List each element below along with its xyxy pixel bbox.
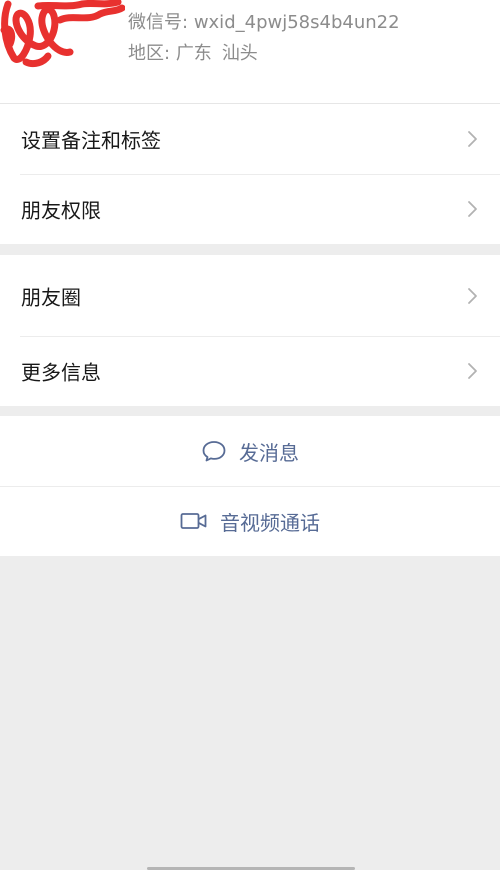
region-city: 汕头 — [221, 43, 258, 64]
row-moments[interactable]: 朋友圈 — [0, 255, 500, 336]
row-label: 更多信息 — [21, 360, 101, 385]
region-label: 地区: — [128, 43, 171, 64]
region-province: 广东 — [175, 43, 212, 64]
actions-group: 发消息 音视频通话 — [0, 416, 500, 556]
region-line: 地区: 广东 汕头 — [128, 39, 258, 65]
chat-bubble-icon — [202, 441, 226, 462]
row-remarks-and-tags[interactable]: 设置备注和标签 — [0, 104, 500, 174]
chevron-right-icon — [468, 363, 477, 379]
profile-header: 微信号: wxid_4pwj58s4b4un22 地区: 广东 汕头 — [0, 0, 500, 104]
settings-group: 设置备注和标签 朋友权限 — [0, 104, 500, 244]
send-message-button[interactable]: 发消息 — [0, 416, 500, 486]
row-label: 设置备注和标签 — [21, 128, 161, 153]
chevron-right-icon — [468, 131, 477, 147]
contact-profile-page: 微信号: wxid_4pwj58s4b4un22 地区: 广东 汕头 设置备注和标… — [0, 0, 500, 870]
video-call-label: 音视频通话 — [220, 510, 320, 535]
info-group: 朋友圈 更多信息 — [0, 255, 500, 406]
wechat-id-value[interactable]: wxid_4pwj58s4b4un22 — [194, 12, 400, 33]
send-message-label: 发消息 — [239, 440, 299, 465]
row-label: 朋友圈 — [21, 285, 81, 309]
row-more-info[interactable]: 更多信息 — [0, 336, 500, 406]
chevron-right-icon — [468, 287, 477, 304]
video-call-button[interactable]: 音视频通话 — [0, 486, 500, 556]
row-friend-permissions[interactable]: 朋友权限 — [0, 174, 500, 244]
redaction-scribble — [0, 0, 125, 68]
row-label: 朋友权限 — [21, 198, 101, 223]
chevron-right-icon — [468, 201, 477, 217]
wechat-id-line: 微信号: wxid_4pwj58s4b4un22 — [128, 8, 400, 34]
video-camera-icon — [180, 513, 207, 529]
wechat-id-label: 微信号: — [128, 12, 189, 33]
